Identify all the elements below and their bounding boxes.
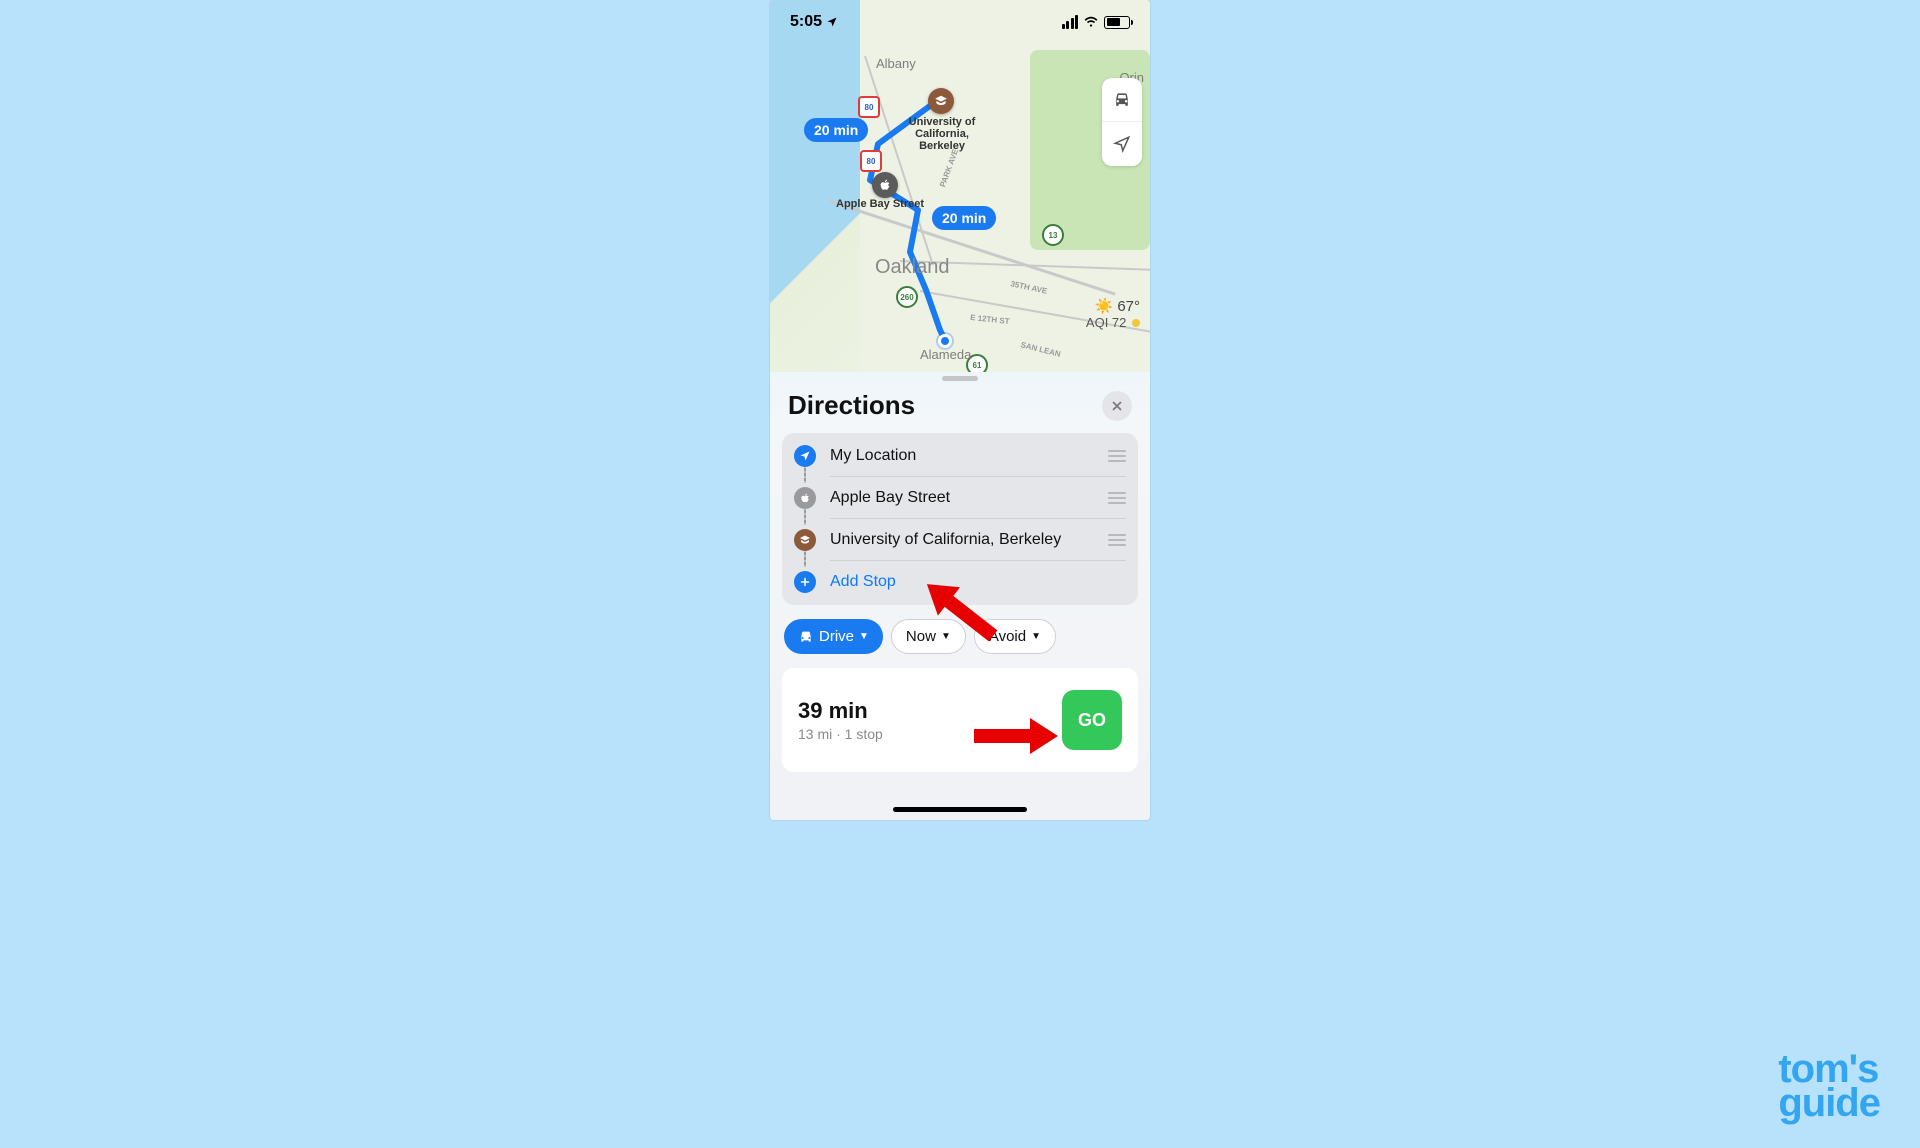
stop-row-waypoint[interactable]: Apple Bay Street [782, 477, 1138, 519]
cellular-signal-icon [1062, 15, 1079, 29]
wifi-icon [1082, 15, 1100, 29]
chevron-down-icon: ▼ [1031, 631, 1041, 642]
panel-title: Directions [788, 390, 915, 421]
phone-frame: University of California, Berkeley Apple… [770, 0, 1150, 820]
weather-widget[interactable]: ☀️ 67° AQI 72 [1086, 297, 1140, 330]
car-icon [798, 629, 814, 645]
route-duration: 39 min [798, 698, 883, 724]
apple-icon [794, 487, 816, 509]
map-view[interactable]: University of California, Berkeley Apple… [770, 0, 1150, 378]
route-detail: 13 mi · 1 stop [798, 726, 883, 742]
highway-shield-80a: 80 [858, 96, 880, 118]
close-button[interactable] [1102, 391, 1132, 421]
location-arrow-icon [794, 445, 816, 467]
battery-icon [1104, 16, 1130, 29]
pin-label-ucberkeley: University of California, Berkeley [898, 116, 986, 152]
highway-shield-13: 13 [1042, 224, 1064, 246]
annotation-arrow-go [974, 718, 1058, 754]
reorder-handle-icon[interactable] [1108, 534, 1126, 546]
city-label-alameda: Alameda [920, 347, 971, 362]
recenter-icon[interactable] [1102, 122, 1142, 166]
city-label-albany: Albany [876, 56, 916, 71]
reorder-handle-icon[interactable] [1108, 450, 1126, 462]
status-time: 5:05 [790, 13, 822, 31]
chevron-down-icon: ▼ [941, 631, 951, 642]
map-controls [1102, 78, 1142, 166]
panel-grabber[interactable] [942, 376, 978, 381]
graduation-cap-icon [794, 529, 816, 551]
route-result-card[interactable]: 39 min 13 mi · 1 stop GO [782, 668, 1138, 772]
chevron-down-icon: ▼ [859, 631, 869, 642]
watermark-logo: tom's guide [1778, 1052, 1880, 1120]
highway-shield-80b: 80 [860, 150, 882, 172]
route-time-badge-1[interactable]: 20 min [804, 118, 868, 142]
route-time-badge-2[interactable]: 20 min [932, 206, 996, 230]
home-indicator[interactable] [893, 807, 1027, 812]
close-icon [1110, 399, 1124, 413]
location-services-icon [826, 16, 838, 28]
status-bar: 5:05 [770, 0, 1150, 44]
pin-label-applebay: Apple Bay Street [836, 198, 924, 210]
stop-row-origin[interactable]: My Location [782, 435, 1138, 477]
waypoint-pin-applebay[interactable] [872, 172, 898, 198]
aqi-dot-icon [1132, 319, 1140, 327]
city-label-oakland: Oakland [875, 256, 950, 279]
stop-row-destination[interactable]: University of California, Berkeley [782, 519, 1138, 561]
plus-icon [794, 571, 816, 593]
current-location-dot [938, 334, 952, 348]
go-button[interactable]: GO [1062, 690, 1122, 750]
stops-list: My Location Apple Bay Street University … [782, 433, 1138, 605]
transport-mode-chip[interactable]: Drive ▼ [784, 619, 883, 654]
destination-pin-ucberkeley[interactable] [928, 88, 954, 114]
reorder-handle-icon[interactable] [1108, 492, 1126, 504]
transport-mode-icon[interactable] [1102, 78, 1142, 122]
highway-shield-260: 260 [896, 286, 918, 308]
